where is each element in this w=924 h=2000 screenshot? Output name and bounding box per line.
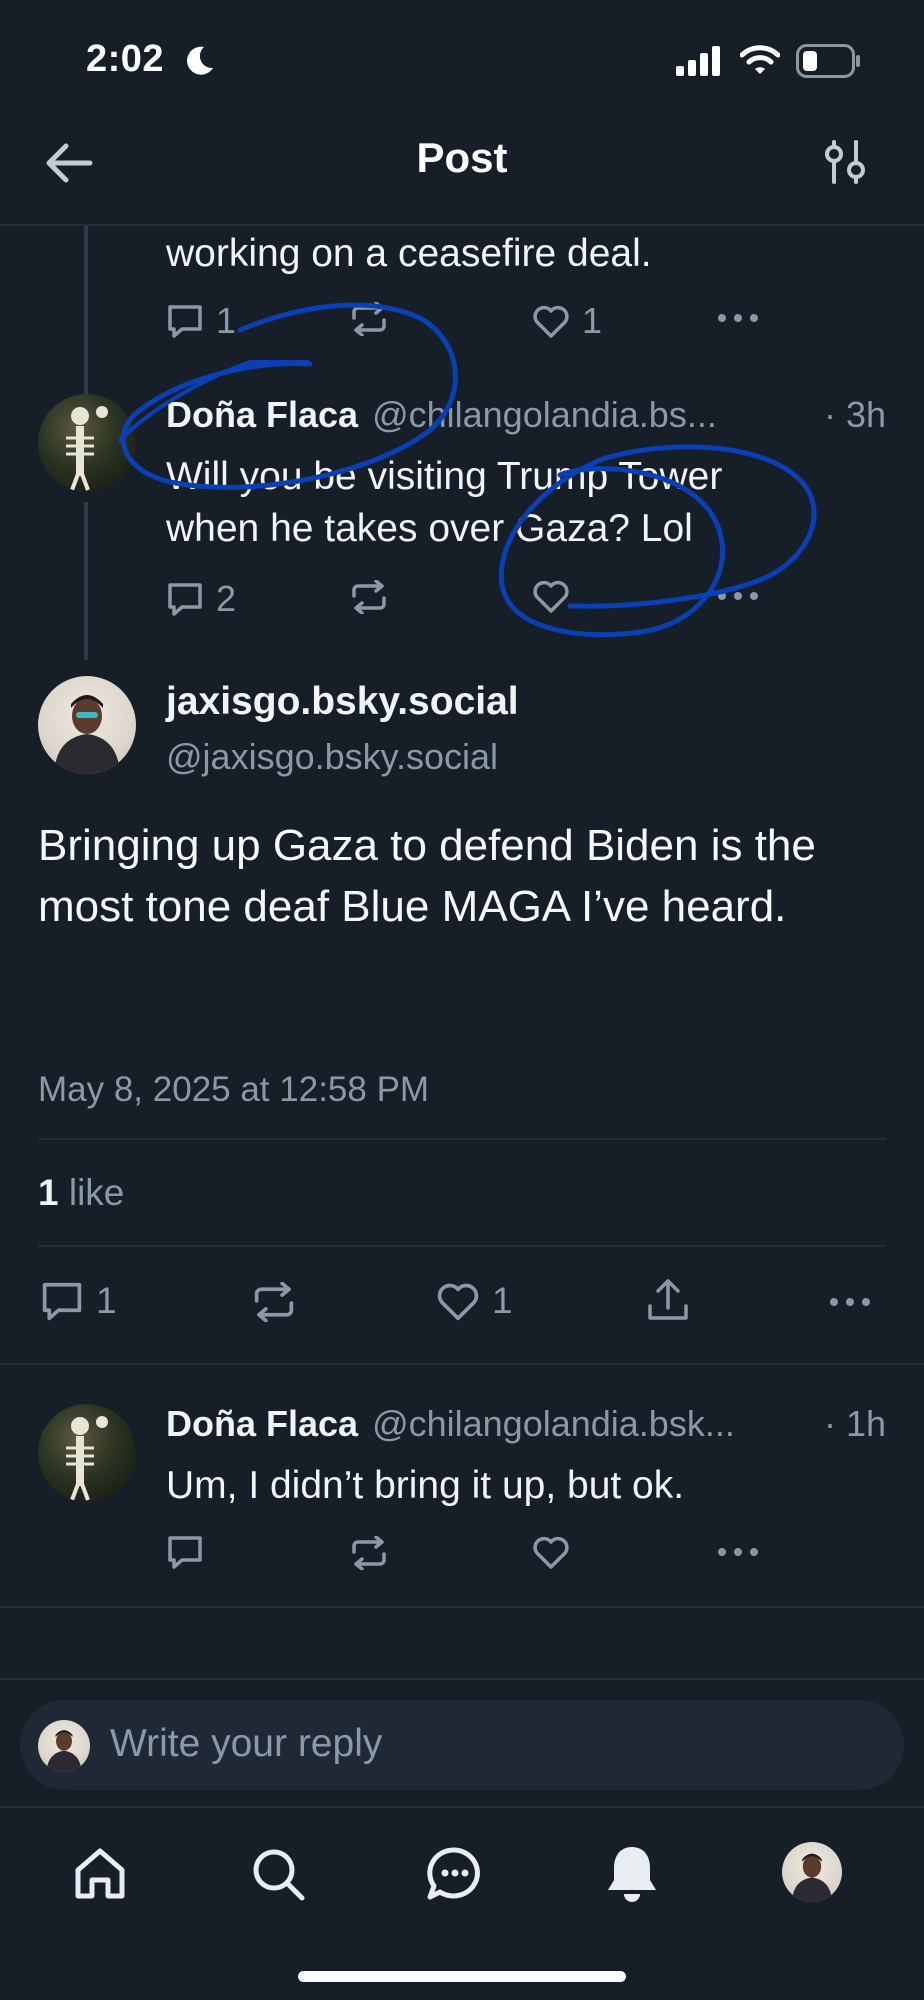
home-icon [75,1848,125,1899]
tab-profile-avatar[interactable] [782,1842,842,1902]
reply-text: Um, I didn’t bring it up, but ok. [166,1464,685,1507]
avatar[interactable] [38,1404,136,1502]
tab-home[interactable] [72,1846,128,1902]
home-indicator [298,1971,626,1982]
notifications-icon [608,1847,656,1902]
share-icon [648,1279,688,1320]
likes-label: like [58,1172,125,1213]
main-repost-button[interactable] [252,1282,296,1322]
annotation-circle [118,302,817,638]
repost-icon [352,1536,386,1570]
main-reply-button[interactable]: 1 [40,1280,117,1322]
post-time: · 1h [823,1403,886,1444]
more-button[interactable] [716,1546,760,1558]
like-icon [437,1283,479,1321]
author-handle[interactable]: @jaxisgo.bsky.social [166,736,498,778]
repost-button[interactable] [350,1536,388,1570]
main-like-button[interactable]: 1 [436,1280,513,1322]
avatar [38,1720,90,1772]
post-date: May 8, 2025 at 12:58 PM [38,1070,430,1109]
reply-icon [42,1282,82,1321]
like-count: 1 [492,1280,513,1321]
author-name[interactable]: Doña Flaca [166,1403,358,1445]
divider [0,1606,924,1608]
chat-icon [427,1847,480,1900]
divider [0,1363,924,1365]
divider [38,1138,886,1140]
main-more-button[interactable] [828,1296,872,1308]
share-button[interactable] [646,1278,690,1322]
post-text: Bringing up Gaza to defend Biden is the … [38,821,816,931]
search-icon [253,1849,305,1901]
divider [38,1245,886,1247]
more-icon [718,1548,758,1556]
author-handle[interactable]: @chilangolandia.bsk... [372,1403,735,1445]
like-icon [533,1536,569,1569]
tab-notifications[interactable] [604,1844,660,1904]
divider [0,1678,924,1680]
reply-button[interactable] [166,1534,204,1570]
more-icon [830,1298,870,1306]
like-button[interactable] [532,1534,570,1570]
tab-chat[interactable] [426,1846,484,1902]
tab-bar-divider [0,1806,924,1808]
reply-input-placeholder[interactable]: Write your reply [110,1722,382,1766]
post-header: Doña Flaca @chilangolandia.bsk... · 1h [166,1403,886,1445]
repost-icon [254,1282,294,1322]
reply-count: 1 [96,1280,117,1321]
likes-number: 1 [38,1172,59,1213]
reply-icon [168,1536,202,1569]
tab-search[interactable] [250,1846,306,1902]
likes-count-link[interactable]: 1 like [38,1172,124,1214]
